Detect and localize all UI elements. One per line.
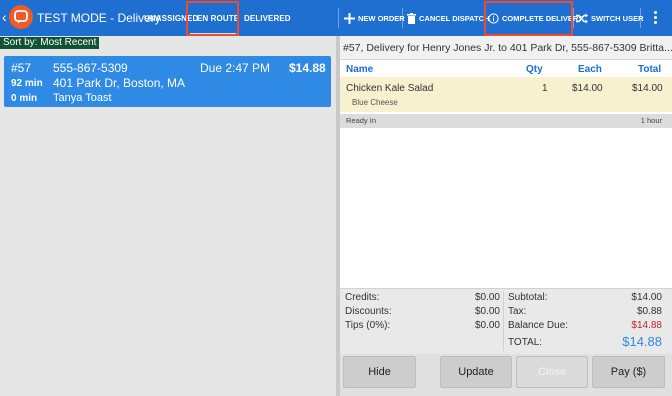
- update-button[interactable]: Update: [440, 356, 512, 388]
- subtotal-value: $14.00: [631, 292, 662, 303]
- highlight-en-route: [186, 1, 239, 36]
- line-item-row[interactable]: Chicken Kale Salad Blue Cheese 1 $14.00 …: [340, 77, 672, 112]
- app-title: TEST MODE - Delivery: [37, 11, 161, 25]
- due-label: Due: [200, 61, 223, 75]
- tips-label: Tips (0%):: [345, 320, 391, 331]
- order-number: #57: [11, 61, 32, 75]
- order-card[interactable]: #57 555-867-5309 Due 2:47 PM $14.88 92 m…: [4, 56, 331, 107]
- sort-label[interactable]: Sort by: Most Recent: [0, 37, 100, 49]
- toolbar-divider: [640, 8, 641, 28]
- due-time: 2:47 PM: [225, 61, 271, 75]
- ready-in-value: 1 hour: [640, 116, 662, 125]
- cancel-dispatch-label: CANCEL DISPATCH: [419, 13, 490, 23]
- top-app-bar: ‹ TEST MODE - Delivery UNASSIGNED EN ROU…: [0, 0, 672, 36]
- switch-user-button[interactable]: SWITCH USER: [576, 10, 644, 26]
- ready-in-label: Ready In: [346, 116, 377, 125]
- toolbar-divider: [338, 8, 339, 28]
- item-qty: 1: [542, 83, 548, 94]
- order-detail-pane: #57, Delivery for Henry Jones Jr. to 401…: [340, 36, 672, 396]
- order-elapsed: 92 min: [11, 78, 43, 89]
- close-button[interactable]: Close: [516, 356, 588, 388]
- app-logo-icon[interactable]: [9, 5, 33, 29]
- back-chevron-icon[interactable]: ‹: [2, 10, 7, 24]
- highlight-complete-delivery: [484, 1, 573, 36]
- order-list-pane: Sort by: Most Recent #57 555-867-5309 Du…: [0, 36, 336, 396]
- trash-icon: [407, 12, 416, 24]
- item-name: Chicken Kale Salad: [346, 83, 434, 94]
- pay-button[interactable]: Pay ($): [592, 356, 665, 388]
- discounts-value: $0.00: [474, 306, 500, 317]
- item-total: $14.00: [632, 83, 663, 94]
- balance-due-value: $14.88: [631, 320, 662, 331]
- column-total: Total: [638, 64, 662, 75]
- toolbar-divider: [573, 8, 574, 28]
- discounts-label: Discounts:: [345, 306, 392, 317]
- tax-label: Tax:: [508, 306, 527, 317]
- tips-value: $0.00: [474, 320, 500, 331]
- hide-button[interactable]: Hide: [343, 356, 416, 388]
- column-name: Name: [346, 64, 374, 75]
- order-total: $14.88: [289, 61, 326, 75]
- overflow-menu-icon[interactable]: [650, 9, 660, 27]
- toolbar-divider: [402, 8, 403, 28]
- item-modifier: Blue Cheese: [352, 98, 398, 107]
- new-order-button[interactable]: NEW ORDER: [344, 10, 405, 26]
- order-due: Due 2:47 PM: [200, 61, 270, 75]
- balance-due-label: Balance Due:: [508, 320, 569, 331]
- shuffle-icon: [576, 13, 588, 24]
- tax-value: $0.88: [636, 306, 662, 317]
- credits-value: $0.00: [474, 292, 500, 303]
- cancel-dispatch-button[interactable]: CANCEL DISPATCH: [407, 10, 489, 26]
- plus-icon: [344, 12, 355, 24]
- subtotal-label: Subtotal:: [508, 292, 548, 303]
- totals-divider: [503, 291, 504, 351]
- order-address: 401 Park Dr, Boston, MA: [53, 76, 186, 90]
- total-label: TOTAL:: [508, 337, 543, 348]
- column-each: Each: [578, 64, 602, 75]
- new-order-label: NEW ORDER: [358, 13, 405, 23]
- item-each: $14.00: [572, 83, 603, 94]
- driver-time: 0 min: [11, 93, 38, 104]
- order-detail-header: #57, Delivery for Henry Jones Jr. to 401…: [340, 36, 672, 60]
- order-phone: 555-867-5309: [53, 61, 128, 75]
- tab-delivered[interactable]: DELIVERED: [244, 14, 291, 23]
- switch-user-label: SWITCH USER: [591, 13, 644, 23]
- ready-in-row[interactable]: Ready In 1 hour: [340, 114, 672, 128]
- driver-name: Tanya Toast: [53, 92, 112, 104]
- totals-panel: Credits: $0.00 Discounts: $0.00 Tips (0%…: [340, 288, 672, 354]
- total-value: $14.88: [622, 334, 662, 349]
- column-qty: Qty: [526, 64, 543, 75]
- credits-label: Credits:: [345, 292, 380, 303]
- action-button-bar: Hide Update Close Pay ($): [340, 354, 672, 396]
